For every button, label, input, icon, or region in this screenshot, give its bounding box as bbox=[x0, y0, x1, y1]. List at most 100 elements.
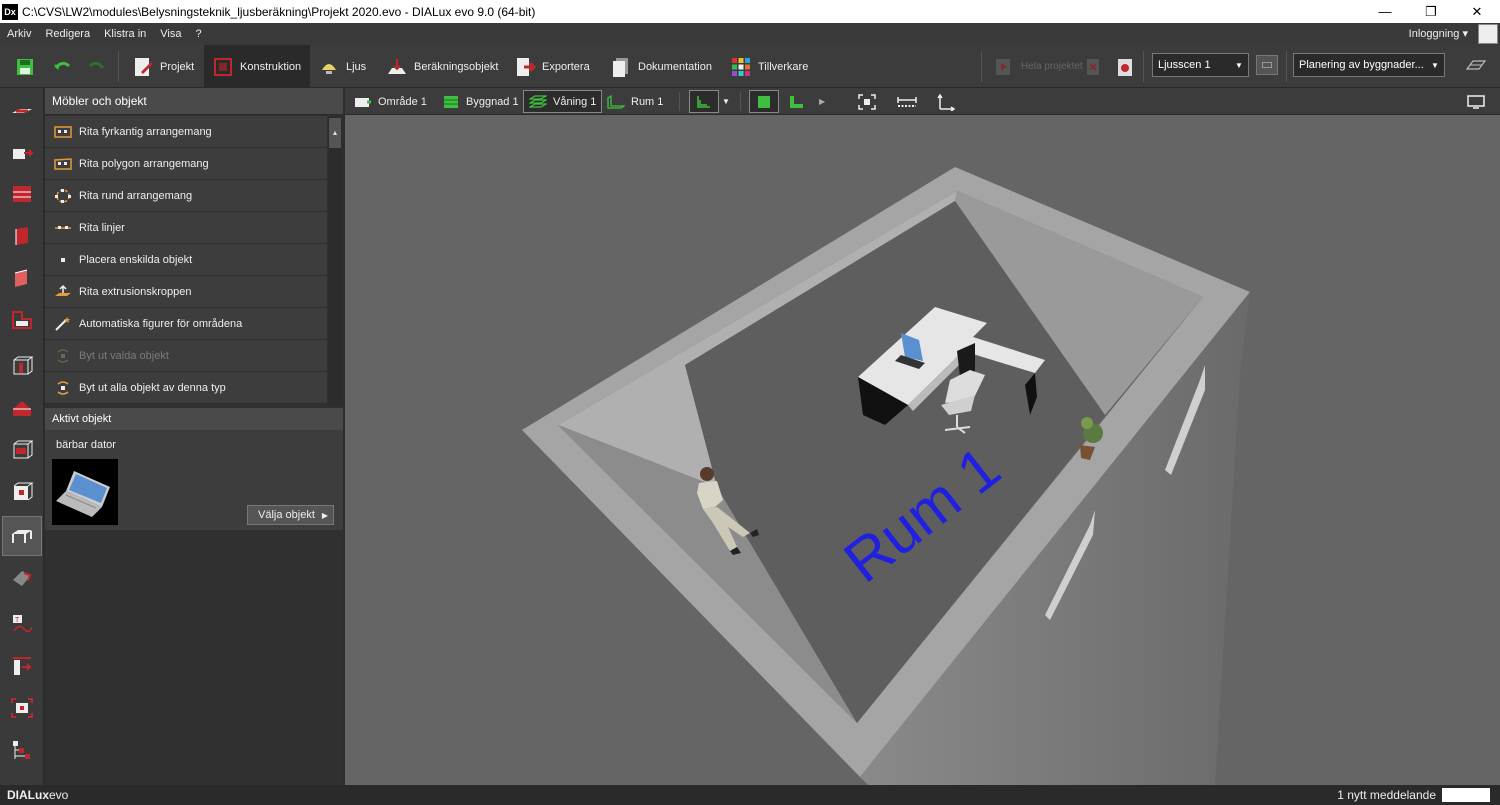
tool-furniture[interactable] bbox=[2, 516, 42, 556]
redo-button[interactable] bbox=[86, 45, 114, 88]
scroll-up-icon[interactable]: ▲ bbox=[329, 118, 341, 148]
action-rect-arrangement[interactable]: Rita fyrkantig arrangemang bbox=[45, 116, 327, 148]
message-indicator[interactable] bbox=[1442, 788, 1490, 802]
undo-button[interactable] bbox=[51, 45, 79, 88]
breadcrumb-rum[interactable]: Rum 1 bbox=[607, 90, 663, 113]
menu-klistra-in[interactable]: Klistra in bbox=[97, 28, 153, 40]
tool-cutout[interactable] bbox=[2, 300, 42, 340]
extrusion-icon bbox=[55, 284, 71, 296]
tool-material[interactable] bbox=[2, 558, 42, 598]
tool-hierarchy[interactable] bbox=[2, 730, 42, 770]
choose-object-label: Välja objekt bbox=[258, 509, 315, 521]
breadcrumb-byggnad[interactable]: Byggnad 1 bbox=[442, 90, 519, 113]
brand-dialux: DIALux bbox=[7, 788, 49, 802]
breadcrumb-omrade[interactable]: Område 1 bbox=[354, 90, 427, 113]
save-button[interactable] bbox=[14, 45, 42, 88]
measure-button[interactable] bbox=[896, 90, 918, 113]
wall-view-button[interactable] bbox=[787, 90, 805, 113]
tool-guide[interactable] bbox=[2, 646, 42, 686]
tool-roof[interactable] bbox=[2, 388, 42, 428]
menu-bar: Arkiv Redigera Klistra in Visa ? Inloggn… bbox=[0, 23, 1500, 45]
room-floor-icon bbox=[607, 94, 625, 109]
calc-settings-button[interactable] bbox=[1114, 45, 1142, 88]
axis-icon bbox=[937, 93, 956, 111]
room-icon bbox=[15, 227, 28, 245]
single-object-icon bbox=[61, 258, 65, 262]
monitor-small-icon bbox=[1262, 62, 1272, 68]
breadcrumb-vaning[interactable]: Våning 1 bbox=[523, 90, 603, 113]
action-label: Byt ut alla objekt av denna typ bbox=[79, 381, 226, 394]
tab-konstruktion[interactable]: Konstruktion bbox=[204, 45, 310, 88]
menu-arkiv[interactable]: Arkiv bbox=[0, 28, 38, 40]
fullscreen-button[interactable] bbox=[1467, 90, 1485, 113]
action-single-object[interactable]: Placera enskilda objekt bbox=[45, 244, 327, 276]
tool-surface[interactable] bbox=[2, 258, 42, 298]
tool-room[interactable] bbox=[2, 216, 42, 256]
zoom-fit-icon bbox=[858, 93, 876, 110]
replace-selected-icon bbox=[57, 349, 69, 363]
panel-scrollbar[interactable]: ▲ bbox=[328, 116, 342, 406]
action-label: Placera enskilda objekt bbox=[79, 253, 193, 266]
tab-tillverkare[interactable]: Tillverkare bbox=[730, 45, 808, 88]
chevron-right-icon: ▶ bbox=[321, 511, 328, 520]
axis-button[interactable] bbox=[936, 90, 956, 113]
tab-berakningsobjekt[interactable]: Beräkningsobjekt bbox=[386, 45, 498, 88]
light-icon bbox=[322, 63, 336, 74]
tool-opening[interactable] bbox=[2, 472, 42, 512]
tool-floors[interactable] bbox=[2, 174, 42, 214]
view-more-button[interactable]: ▶ bbox=[819, 90, 825, 113]
site-icon bbox=[355, 97, 371, 107]
room-3d-scene: Rum 1 bbox=[522, 167, 1250, 785]
action-replace-all[interactable]: Byt ut alla objekt av denna typ bbox=[45, 372, 327, 404]
tab-dokumentation[interactable]: Dokumentation bbox=[610, 45, 712, 88]
tool-walls[interactable] bbox=[2, 90, 42, 130]
tool-window[interactable] bbox=[2, 430, 42, 470]
app-icon: Dx bbox=[2, 3, 18, 20]
menu-redigera[interactable]: Redigera bbox=[38, 28, 97, 40]
action-replace-selected[interactable]: Byt ut valda objekt bbox=[45, 340, 327, 372]
light-scene-edit-button[interactable] bbox=[1256, 55, 1278, 75]
light-scene-select[interactable]: Ljusscen 1 ▼ bbox=[1152, 53, 1249, 77]
menu-help[interactable]: ? bbox=[188, 28, 208, 40]
minimize-icon[interactable]: — bbox=[1362, 0, 1408, 23]
zoom-fit-button[interactable] bbox=[857, 90, 877, 113]
choose-object-button[interactable]: Välja objekt ▶ bbox=[247, 505, 334, 525]
left-tool-strip: T bbox=[0, 88, 44, 785]
tool-selection[interactable] bbox=[2, 688, 42, 728]
calc-object-icon bbox=[388, 58, 406, 74]
calc-settings-icon bbox=[1118, 58, 1132, 76]
tab-label: Dokumentation bbox=[638, 60, 712, 73]
3d-viewport[interactable]: Rum 1 bbox=[345, 115, 1500, 785]
tool-text[interactable]: T bbox=[2, 604, 42, 644]
menu-visa[interactable]: Visa bbox=[153, 28, 188, 40]
close-icon[interactable]: ✕ bbox=[1454, 0, 1500, 23]
floors-icon bbox=[13, 186, 31, 202]
login-menu[interactable]: Inloggning ▾ bbox=[1409, 27, 1468, 40]
planning-mode-select[interactable]: Planering av byggnader... ▼ bbox=[1293, 53, 1445, 77]
tab-ljus[interactable]: Ljus bbox=[318, 45, 366, 88]
measure-icon bbox=[897, 96, 917, 107]
action-label: Rita polygon arrangemang bbox=[79, 157, 209, 170]
floorplan-mode-button[interactable] bbox=[689, 90, 719, 113]
user-avatar[interactable] bbox=[1478, 24, 1498, 44]
layout-toggle-button[interactable] bbox=[1465, 55, 1487, 75]
solid-view-button[interactable] bbox=[749, 90, 779, 113]
action-extrusion[interactable]: Rita extrusionskroppen bbox=[45, 276, 327, 308]
stop-calc-button[interactable] bbox=[1083, 45, 1111, 88]
whole-project-button[interactable]: Hela projektet bbox=[993, 45, 1083, 88]
active-object-name: bärbar dator bbox=[56, 439, 116, 451]
tool-cube-door[interactable] bbox=[2, 346, 42, 386]
message-count[interactable]: 1 nytt meddelande bbox=[1337, 788, 1436, 802]
floorplan-dropdown[interactable]: ▼ bbox=[722, 90, 730, 113]
tool-import[interactable] bbox=[2, 132, 42, 172]
restore-icon[interactable]: ❐ bbox=[1408, 0, 1454, 23]
action-auto-figures[interactable]: Automatiska figurer för områdena bbox=[45, 308, 327, 340]
action-polygon-arrangement[interactable]: Rita polygon arrangemang bbox=[45, 148, 327, 180]
tab-exportera[interactable]: Exportera bbox=[514, 45, 590, 88]
tab-projekt[interactable]: Projekt bbox=[128, 45, 198, 88]
action-label: Rita linjer bbox=[79, 221, 125, 234]
action-lines[interactable]: Rita linjer bbox=[45, 212, 327, 244]
action-round-arrangement[interactable]: Rita rund arrangemang bbox=[45, 180, 327, 212]
svg-text:T: T bbox=[15, 617, 20, 624]
action-label: Byt ut valda objekt bbox=[79, 349, 169, 362]
